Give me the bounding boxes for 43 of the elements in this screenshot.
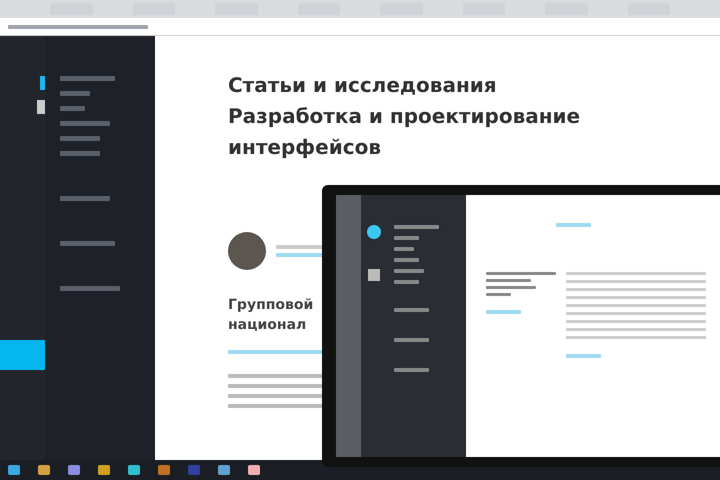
text-placeholder-bar [394, 225, 439, 229]
text-placeholder-bar [486, 293, 511, 296]
page-heading: Разработка и проектирование [228, 103, 582, 130]
page-heading: интерфейсов [228, 134, 382, 161]
text-placeholder-bar [394, 269, 424, 273]
taskbar-app-icon[interactable] [68, 465, 80, 475]
taskbar-app-icon[interactable] [38, 465, 50, 475]
text-placeholder-bar [394, 338, 429, 342]
text-placeholder-bar [394, 236, 419, 240]
logo-icon [366, 225, 380, 239]
text-placeholder-bar [486, 272, 556, 275]
text-placeholder-bar [60, 241, 115, 246]
article-title: национал [228, 316, 306, 335]
text-placeholder-bar [60, 106, 85, 111]
text-placeholder-bar [60, 136, 100, 141]
text-placeholder-bar [60, 286, 120, 291]
taskbar-app-icon[interactable] [128, 465, 140, 475]
text-placeholder-bar [394, 247, 414, 251]
page-heading: Статьи и исследования [228, 72, 498, 99]
text-placeholder-bar [556, 223, 591, 227]
logo-icon [40, 76, 45, 90]
taskbar-app-icon[interactable] [98, 465, 110, 475]
text-placeholder-bar [60, 91, 90, 96]
text-placeholder-bar [566, 354, 601, 358]
text-placeholder-bar [394, 368, 429, 372]
taskbar-app-icon[interactable] [158, 465, 170, 475]
text-placeholder-bar [486, 286, 536, 289]
text-placeholder-bar [394, 308, 429, 312]
text-placeholder-bar [486, 310, 521, 314]
text-placeholder-bar [60, 196, 110, 201]
square-icon [368, 269, 380, 281]
taskbar-app-icon[interactable] [248, 465, 260, 475]
taskbar-app-icon[interactable] [218, 465, 230, 475]
taskbar-app-icon[interactable] [8, 465, 20, 475]
article-title: Групповой [228, 296, 314, 315]
selected-sidebar-item[interactable] [0, 340, 45, 370]
text-placeholder-bar [60, 151, 100, 156]
text-placeholder-bar [486, 279, 531, 282]
text-placeholder-bar [60, 121, 110, 126]
text-placeholder-bar [394, 280, 419, 284]
text-placeholder-bar [60, 76, 115, 81]
text-placeholder-bar [394, 258, 419, 262]
logo-icon [37, 100, 45, 114]
